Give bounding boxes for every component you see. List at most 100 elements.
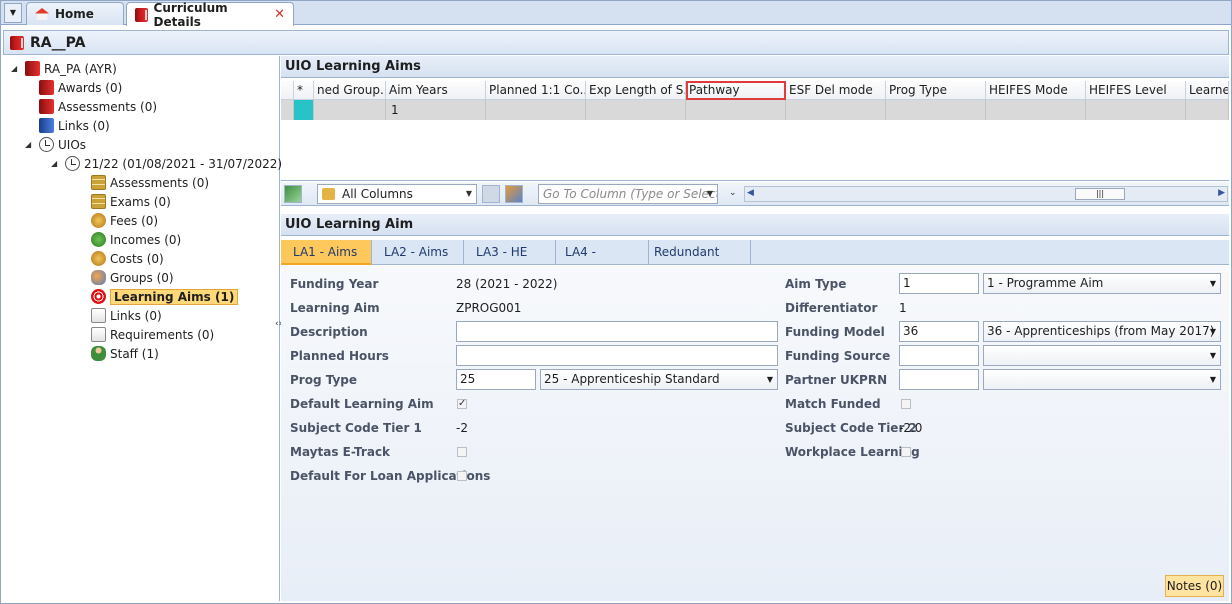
aim-type-code-input[interactable]: 1 (899, 273, 979, 294)
grid-column-indicator (281, 81, 294, 100)
grid-cell[interactable] (586, 100, 686, 120)
funding-source-code-input[interactable] (899, 345, 979, 366)
grid-column-header[interactable]: Planned 1:1 Co... (486, 81, 586, 100)
tree-node-uios[interactable]: ◢ UIOs (25, 135, 86, 154)
grid-settings-icon[interactable] (505, 185, 523, 203)
exams-icon (91, 194, 106, 209)
grid-column-header[interactable]: Exp Length of S... (586, 81, 686, 100)
record-title-bar: RA__PA (3, 30, 1229, 55)
chevron-down-icon: ▼ (706, 189, 713, 198)
tab-list-dropdown[interactable]: ▼ (4, 3, 22, 23)
export-excel-icon[interactable] (284, 185, 302, 203)
tab-la2-aims[interactable]: LA2 - Aims (372, 240, 464, 265)
grid-column-header[interactable]: HEIFES Mode (986, 81, 1086, 100)
grid-horizontal-scrollbar[interactable]: ◀ ||| ▶ (744, 186, 1228, 202)
clock-icon (39, 137, 54, 152)
target-icon (91, 289, 106, 304)
aim-type-select[interactable]: 1 - Programme Aim ▼ (983, 273, 1221, 294)
columns-selector[interactable]: All Columns ▼ (317, 184, 477, 204)
collapse-arrow-icon[interactable]: ◢ (51, 159, 61, 168)
planned-hours-input[interactable] (456, 345, 778, 366)
staff-icon (91, 346, 106, 361)
grid-section-title: UIO Learning Aims (281, 56, 1229, 78)
grid-cell[interactable] (314, 100, 386, 120)
grid-cell[interactable] (1186, 100, 1229, 120)
red-book-icon (25, 61, 40, 76)
tree-node-uio-assessments[interactable]: Assessments (0) (91, 173, 209, 192)
funding-source-select[interactable]: ▼ (983, 345, 1221, 366)
scroll-left-icon[interactable]: ◀ (747, 188, 754, 198)
collapse-arrow-icon[interactable]: ◢ (25, 140, 35, 149)
grid-cell[interactable] (886, 100, 986, 120)
assessments-icon (39, 99, 54, 114)
tree-node-links[interactable]: Links (0) (39, 116, 110, 135)
chevron-down-icon: ▼ (1209, 375, 1216, 384)
tree-node-awards[interactable]: Awards (0) (39, 78, 122, 97)
partner-ukprn-select[interactable]: ▼ (983, 369, 1221, 390)
workplace-learning-checkbox[interactable] (901, 447, 911, 457)
tab-curriculum-details-label: Curriculum Details (153, 0, 228, 29)
grid-cell[interactable] (486, 100, 586, 120)
prog-type-select[interactable]: 25 - Apprenticeship Standard ▼ (540, 369, 778, 390)
notes-button[interactable]: Notes (0) (1165, 575, 1224, 597)
label-planned-hours: Planned Hours (290, 349, 389, 363)
tree-node-costs[interactable]: Costs (0) (91, 249, 164, 268)
home-icon (35, 8, 49, 20)
match-funded-checkbox[interactable] (901, 399, 911, 409)
tree-node-assessments[interactable]: Assessments (0) (39, 97, 157, 116)
tab-la1-aims[interactable]: LA1 - Aims (281, 240, 372, 265)
default-learning-aim-checkbox[interactable]: ✓ (457, 399, 467, 409)
grid-column-header[interactable]: Learner (1186, 81, 1229, 100)
tree-node-requirements[interactable]: Requirements (0) (91, 325, 214, 344)
label-default-learning-aim: Default Learning Aim (290, 397, 434, 411)
tree-node-uio-2122[interactable]: ◢ 21/22 (01/08/2021 - 31/07/2022) (51, 154, 282, 173)
tree-node-groups[interactable]: Groups (0) (91, 268, 174, 287)
grid-column-header[interactable]: Prog Type (886, 81, 986, 100)
scrollbar-thumb[interactable]: ||| (1075, 188, 1125, 200)
chevron-down-icon: ▼ (465, 189, 472, 198)
grid-column-header[interactable]: HEIFES Level (1086, 81, 1186, 100)
tab-home-label: Home (55, 7, 94, 21)
tree-node-fees[interactable]: Fees (0) (91, 211, 158, 230)
tree-node-incomes[interactable]: Incomes (0) (91, 230, 181, 249)
grid-column-header[interactable]: * (294, 81, 314, 100)
go-to-column-input[interactable]: Go To Column (Type or Select) ▼ (538, 184, 718, 204)
tree-node-uio-links[interactable]: Links (0) (91, 306, 162, 325)
tab-home[interactable]: Home (26, 2, 124, 25)
toolbar-overflow-icon[interactable]: ⌄ (729, 188, 737, 198)
close-tab-icon[interactable]: ✕ (274, 7, 285, 22)
grid-column-header[interactable]: ned Group... (314, 81, 386, 100)
label-prog-type: Prog Type (290, 373, 358, 387)
grid-cell[interactable] (786, 100, 886, 120)
scroll-right-icon[interactable]: ▶ (1218, 188, 1225, 198)
tab-redundant-fields[interactable]: Redundant Fields (649, 240, 751, 283)
tree-node-staff[interactable]: Staff (1) (91, 344, 159, 363)
tab-curriculum-details[interactable]: Curriculum Details ✕ (126, 0, 294, 29)
maytas-etrack-checkbox[interactable] (457, 447, 467, 457)
row-selector-cell[interactable] (294, 100, 314, 120)
tree-node-root[interactable]: ◢ RA_PA (AYR) (11, 59, 117, 78)
tab-la4-funding[interactable]: LA4 - Funding (556, 240, 649, 283)
partner-ukprn-code-input[interactable] (899, 369, 979, 390)
funding-model-code-input[interactable]: 36 (899, 321, 979, 342)
collapse-arrow-icon[interactable]: ◢ (11, 64, 21, 73)
column-chooser-icon[interactable] (482, 185, 500, 203)
grid-toolbar: All Columns ▼ Go To Column (Type or Sele… (281, 182, 1229, 206)
grid-column-header[interactable]: ESF Del mode (786, 81, 886, 100)
grid-cell[interactable] (686, 100, 786, 120)
default-for-loan-checkbox[interactable] (457, 471, 467, 481)
grid-column-header[interactable]: Aim Years (386, 81, 486, 100)
description-input[interactable] (456, 321, 778, 342)
tab-la3-he[interactable]: LA3 - HE (464, 240, 556, 265)
grid-cell[interactable] (986, 100, 1086, 120)
grid-cell-aim-years[interactable]: 1 (386, 100, 486, 120)
funding-model-select[interactable]: 36 - Apprenticeships (from May 2017) ▼ (983, 321, 1221, 342)
tree-node-learning-aims[interactable]: Learning Aims (1) (91, 287, 239, 306)
tree-node-exams[interactable]: Exams (0) (91, 192, 171, 211)
grid-cell[interactable] (1086, 100, 1186, 120)
prog-type-code-input[interactable]: 25 (456, 369, 536, 390)
grid-column-header-pathway[interactable]: Pathway (686, 81, 786, 100)
table-row[interactable]: 1 (281, 100, 1229, 120)
label-differentiator: Differentiator (785, 301, 878, 315)
aim-type-select-value: 1 - Programme Aim (987, 276, 1104, 290)
